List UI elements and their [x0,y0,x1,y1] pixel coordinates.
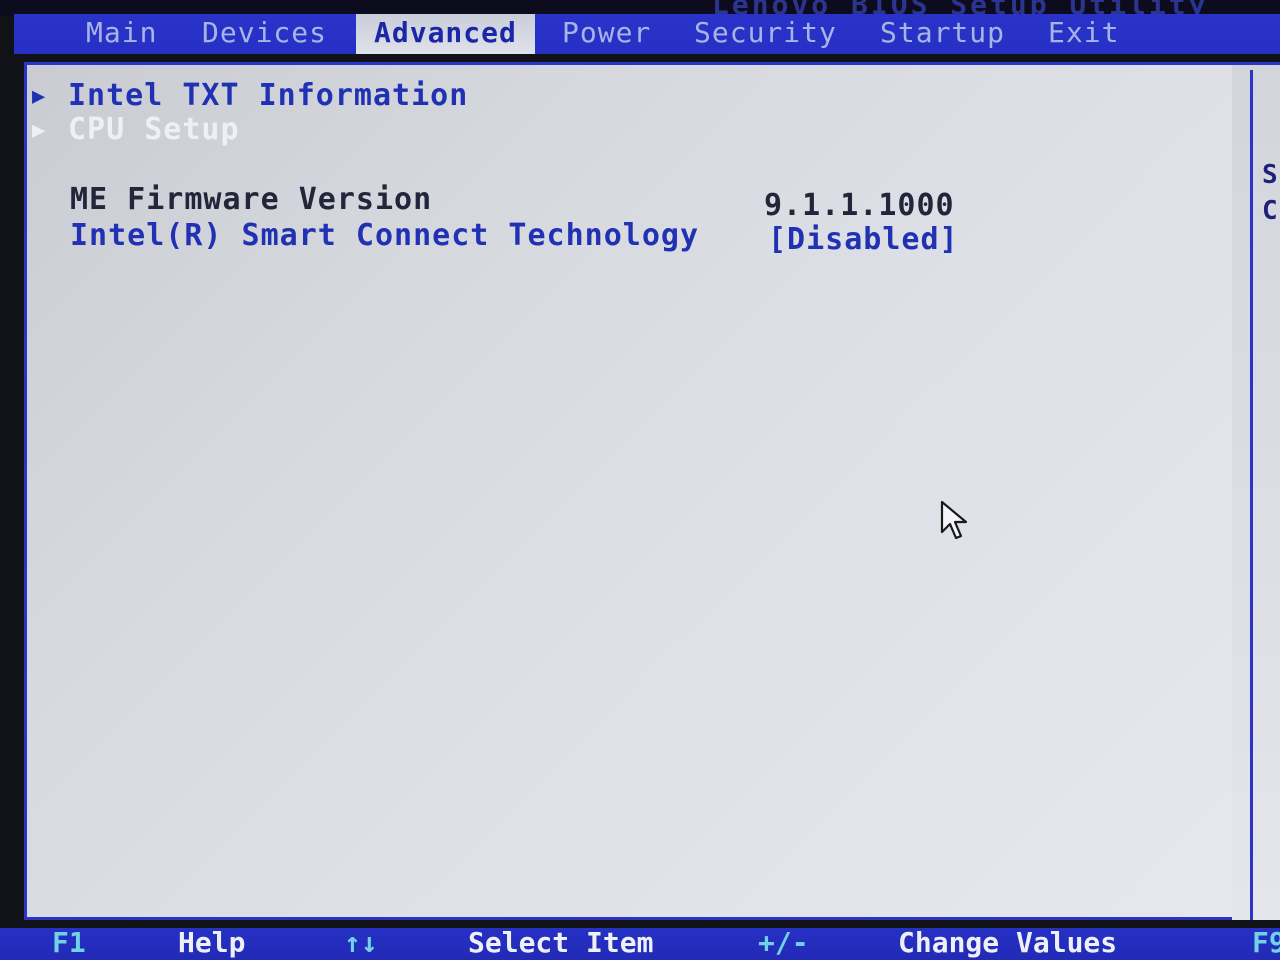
panel-divider [1250,70,1253,920]
help-panel [1232,62,1280,920]
submenu-label: CPU Setup [68,112,240,147]
key-plus-minus: +/- [758,926,809,959]
key-arrows-desc: Select Item [468,926,654,959]
smart-connect-value[interactable]: [Disabled] [768,222,959,257]
triangle-right-icon: ▶ [32,118,46,143]
triangle-right-icon: ▶ [32,84,46,109]
key-f1: F1 [52,926,86,959]
me-firmware-version-value: 9.1.1.1000 [764,188,955,223]
bios-screen: Lenovo BIOS Setup Utility Main Devices A… [0,0,1280,960]
mouse-pointer-icon [940,500,968,540]
help-text-line: S [1262,160,1278,190]
tab-startup[interactable]: Startup [880,14,1005,54]
tab-security[interactable]: Security [694,14,837,54]
help-text-line: C [1262,196,1278,226]
tab-advanced[interactable]: Advanced [356,14,535,54]
menu-bar: Main Devices Advanced Power Security Sta… [14,14,1280,54]
tab-power[interactable]: Power [562,14,651,54]
tab-main[interactable]: Main [86,14,157,54]
me-firmware-version-label: ME Firmware Version [70,182,433,217]
key-help-bar: F1 Help ↑↓ Select Item +/- Change Values… [0,926,1280,960]
tab-exit[interactable]: Exit [1048,14,1119,54]
submenu-label: Intel TXT Information [68,78,469,113]
key-f1-desc: Help [178,926,246,959]
tab-devices[interactable]: Devices [202,14,327,54]
key-f9: F9 [1252,926,1280,959]
key-arrows: ↑↓ [344,926,378,959]
key-plus-minus-desc: Change Values [898,926,1118,959]
smart-connect-label: Intel(R) Smart Connect Technology [70,218,700,253]
